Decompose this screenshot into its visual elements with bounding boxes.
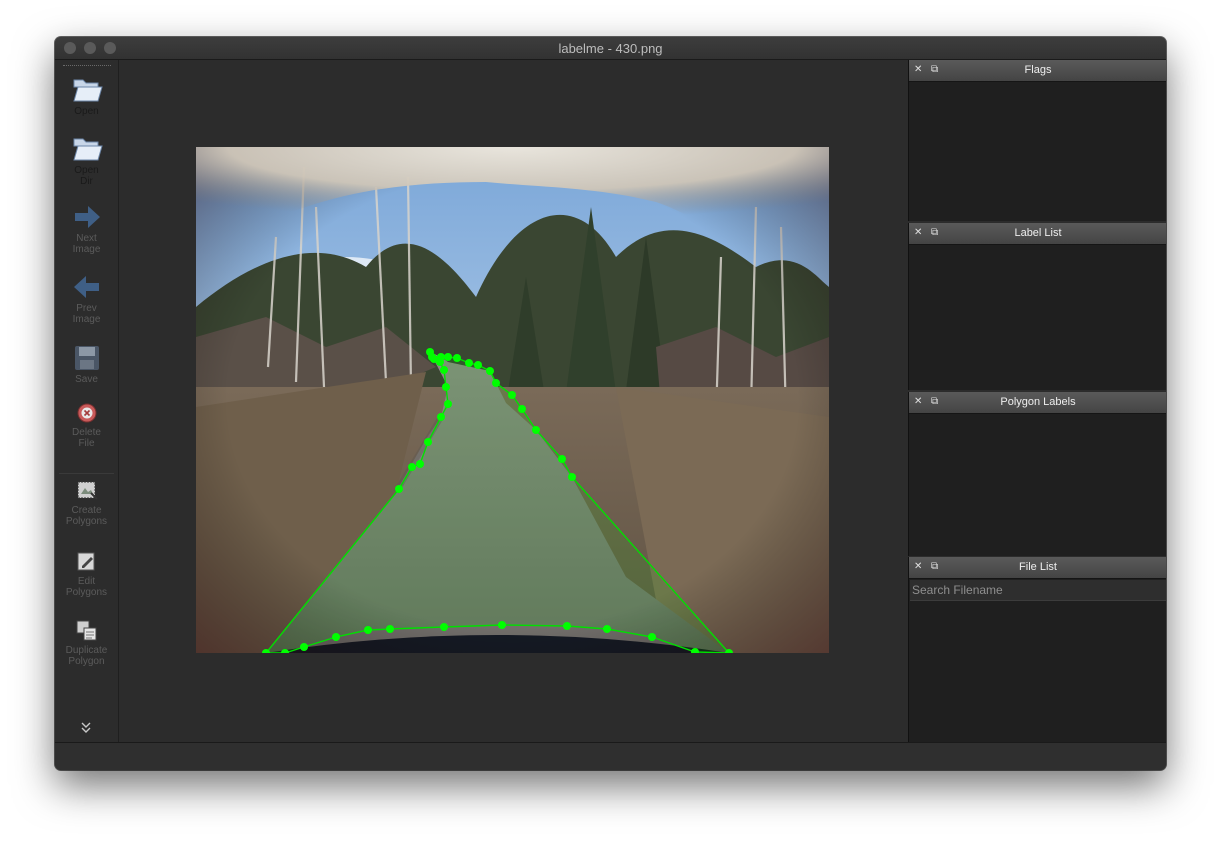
duplicate-polygon-icon	[76, 620, 96, 641]
create-polygons-label: Create Polygons	[65, 505, 108, 527]
save-label: Save	[75, 374, 98, 385]
delete-file-label: Delete File	[72, 427, 101, 449]
arrow-left-icon	[73, 276, 99, 298]
open-dir-label: Open Dir	[74, 165, 99, 187]
open-dir-button[interactable]: Open Dir	[55, 133, 118, 187]
delete-file-button[interactable]: Delete File	[55, 401, 118, 449]
search-filename-input[interactable]: Search Filename	[910, 580, 1166, 601]
image-canvas[interactable]	[119, 60, 908, 742]
polygon-labels-dock-header: ✕ ⧉ Polygon Labels	[909, 392, 1166, 414]
open-button[interactable]: Open	[55, 74, 118, 117]
road-photo	[196, 147, 829, 653]
label-list-dock-header: ✕ ⧉ Label List	[909, 223, 1166, 245]
toolbar-grip[interactable]	[63, 65, 111, 66]
title-bar: labelme - 430.png	[55, 37, 1166, 60]
edit-polygons-label: Edit Polygons	[65, 576, 108, 598]
duplicate-polygon-label: Duplicate Polygon	[65, 645, 108, 667]
labelme-window: labelme - 430.png Open Open Dir Next Ima…	[55, 37, 1166, 770]
label-list-dock: ✕ ⧉ Label List	[908, 223, 1166, 390]
floppy-disk-icon	[74, 346, 99, 370]
prev-image-label: Prev Image	[72, 303, 101, 325]
delete-icon	[77, 403, 96, 423]
duplicate-polygon-button[interactable]: Duplicate Polygon	[55, 619, 118, 667]
next-image-label: Next Image	[72, 233, 101, 255]
file-list-dock-title: File List	[1019, 561, 1057, 573]
open-label: Open	[74, 106, 99, 117]
folder-open-icon	[72, 79, 103, 102]
next-image-button[interactable]: Next Image	[55, 203, 118, 255]
window-title: labelme - 430.png	[558, 41, 663, 56]
toolbar-separator	[59, 473, 114, 474]
edit-polygons-button[interactable]: Edit Polygons	[55, 550, 118, 598]
edit-polygon-icon	[77, 552, 94, 571]
flags-dock-title: Flags	[1024, 64, 1052, 76]
save-button[interactable]: Save	[55, 344, 118, 385]
chevron-double-down-icon[interactable]	[80, 721, 92, 735]
create-polygon-icon	[77, 481, 98, 500]
polygon-labels-dock: ✕ ⧉ Polygon Labels	[908, 392, 1166, 556]
label-list-dock-title: Label List	[1014, 227, 1062, 239]
file-list-dock-header: ✕ ⧉ File List	[909, 557, 1166, 579]
file-list-dock: ✕ ⧉ File List Search Filename	[908, 557, 1166, 742]
flags-dock-header: ✕ ⧉ Flags	[909, 60, 1166, 82]
folder-open-icon	[72, 138, 103, 161]
tools-toolbar: Open Open Dir Next Image Prev Image Save…	[55, 60, 119, 742]
create-polygons-button[interactable]: Create Polygons	[55, 479, 118, 527]
flags-dock: ✕ ⧉ Flags	[908, 60, 1166, 221]
prev-image-button[interactable]: Prev Image	[55, 273, 118, 325]
arrow-right-icon	[74, 206, 100, 228]
polygon-labels-dock-title: Polygon Labels	[1000, 396, 1076, 408]
status-bar	[55, 742, 1166, 770]
